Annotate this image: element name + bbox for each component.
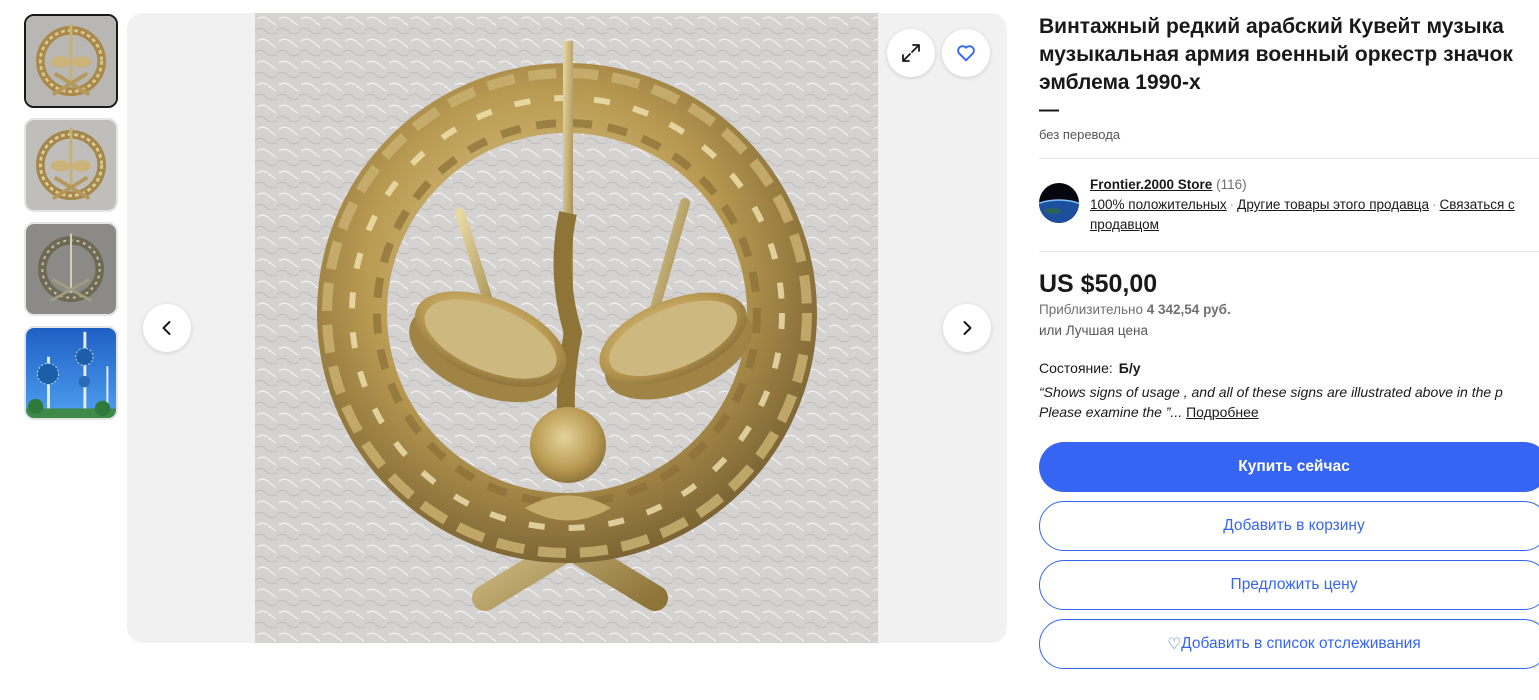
badge-thumbnail-image xyxy=(26,16,116,106)
expand-button[interactable] xyxy=(887,29,935,77)
divider xyxy=(1039,251,1539,252)
next-image-button[interactable] xyxy=(943,304,991,352)
watch-heart-button[interactable] xyxy=(942,29,990,77)
heart-icon: ♡ xyxy=(1167,635,1182,653)
expand-icon xyxy=(902,44,920,62)
seller-feedback-count: (116) xyxy=(1216,177,1247,192)
kuwait-towers-thumbnail-image xyxy=(26,328,116,418)
read-more-link[interactable]: Подробнее xyxy=(1186,404,1259,420)
chevron-right-icon xyxy=(963,321,972,335)
title-dash: — xyxy=(1039,99,1059,121)
best-offer-note: или Лучшая цена xyxy=(1039,323,1148,338)
badge-thumbnail-image xyxy=(26,120,116,210)
thumbnail-2[interactable] xyxy=(24,118,118,212)
seller-positive-feedback-link[interactable]: 100% положительных xyxy=(1090,197,1227,212)
condition-value: Б/у xyxy=(1118,360,1141,376)
divider xyxy=(1039,158,1539,159)
badge-image xyxy=(255,13,878,643)
chevron-left-icon xyxy=(162,321,171,335)
heart-icon xyxy=(957,45,975,62)
main-product-image[interactable] xyxy=(255,13,878,643)
badge-thumbnail-image xyxy=(26,224,116,314)
thumbnail-list xyxy=(24,14,118,430)
watchlist-label: Добавить в список отслеживания xyxy=(1181,635,1421,652)
price: US $50,00 xyxy=(1039,270,1158,298)
approx-value: 4 342,54 руб. xyxy=(1146,302,1231,317)
add-to-cart-button[interactable]: Добавить в корзину xyxy=(1039,501,1539,551)
condition-label: Состояние: xyxy=(1039,360,1113,376)
thumbnail-1[interactable] xyxy=(24,14,118,108)
seller-other-items-link[interactable]: Другие товары этого продавца xyxy=(1237,197,1429,212)
condition-quote-line-2: Please examine the ”... xyxy=(1039,404,1183,420)
thumbnail-3[interactable] xyxy=(24,222,118,316)
previous-image-button[interactable] xyxy=(143,304,191,352)
buy-now-button[interactable]: Купить сейчас xyxy=(1039,442,1539,492)
separator-dot: · xyxy=(1432,197,1437,212)
separator-dot: · xyxy=(1229,197,1235,212)
add-to-watchlist-button[interactable]: ♡ Добавить в список отслеживания xyxy=(1039,619,1539,669)
condition-quote-line-1: “Shows signs of usage , and all of these… xyxy=(1039,384,1503,400)
seller-details: Frontier.2000 Store (116) 100% положител… xyxy=(1090,175,1539,235)
seller-avatar[interactable] xyxy=(1039,183,1079,223)
approx-label: Приблизительно xyxy=(1039,302,1143,317)
main-image-panel xyxy=(127,13,1007,643)
thumbnail-4[interactable] xyxy=(24,326,118,420)
earth-avatar-icon xyxy=(1039,183,1079,223)
listing-info: Винтажный редкий арабский Кувейт музыка … xyxy=(1039,13,1539,669)
approx-price: Приблизительно 4 342,54 руб. xyxy=(1039,302,1539,317)
translation-note: без перевода xyxy=(1039,127,1121,142)
seller-name-link[interactable]: Frontier.2000 Store xyxy=(1090,177,1212,192)
condition-description: “Shows signs of usage , and all of these… xyxy=(1039,382,1539,422)
seller-card: Frontier.2000 Store (116) 100% положител… xyxy=(1039,175,1539,235)
listing-title: Винтажный редкий арабский Кувейт музыка … xyxy=(1039,15,1513,94)
condition: Состояние: Б/у xyxy=(1039,360,1539,376)
make-offer-button[interactable]: Предложить цену xyxy=(1039,560,1539,610)
